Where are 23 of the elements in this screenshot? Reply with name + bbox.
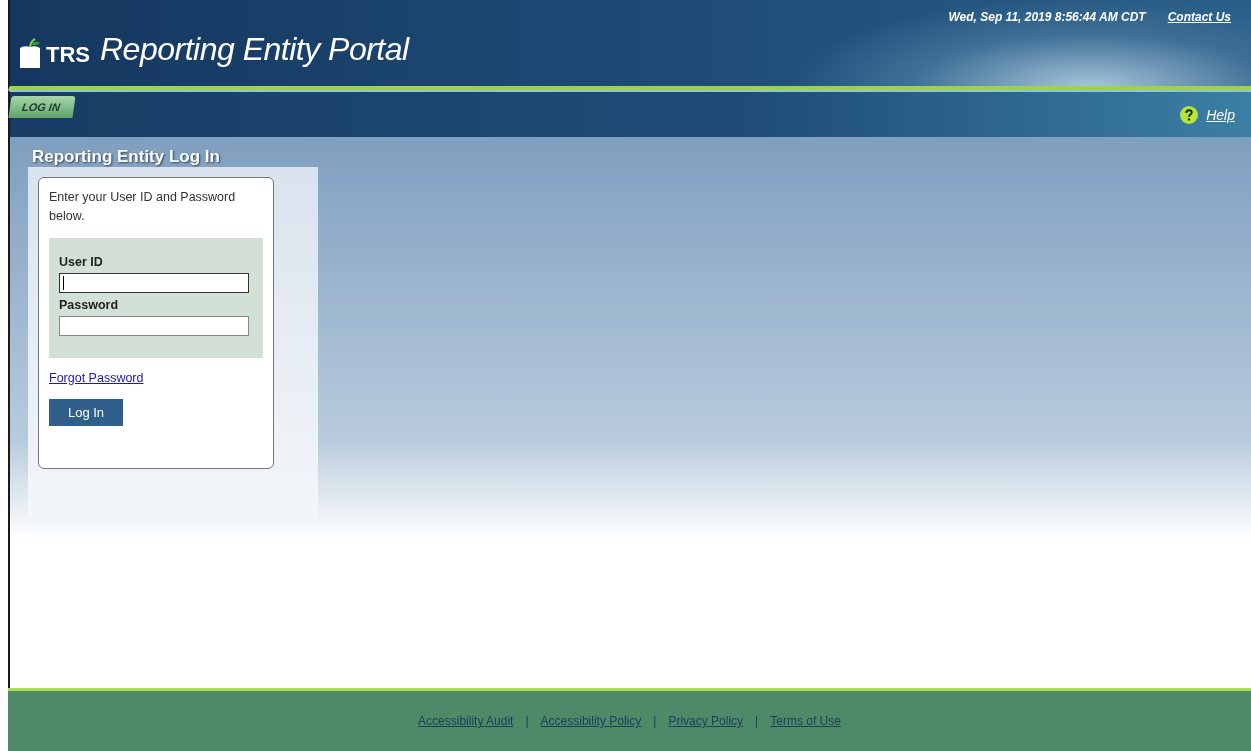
- login-heading: Reporting Entity Log In: [31, 147, 221, 167]
- date-time: Wed, Sep 11, 2019 8:56:44 AM CDT: [948, 10, 1146, 24]
- help-icon: [1180, 106, 1199, 124]
- separator-text: |: [525, 714, 529, 728]
- instructions-text: Enter your User ID and Password below.: [49, 189, 237, 225]
- field-label: User ID: [59, 255, 104, 269]
- password-field[interactable]: [59, 316, 249, 336]
- apple-logo-icon: [18, 38, 42, 68]
- contact-link[interactable]: Contact Us: [1167, 10, 1231, 24]
- help-link[interactable]: Help: [1206, 107, 1235, 123]
- field-label: Password: [59, 298, 120, 312]
- footer-link[interactable]: Accessibility Audit: [418, 714, 514, 728]
- portal-title: Reporting Entity Portal: [100, 31, 409, 68]
- separator-text: |: [755, 714, 759, 728]
- forgot-password-link[interactable]: Forgot Password: [49, 371, 263, 385]
- footer-link[interactable]: Privacy Policy: [668, 714, 744, 728]
- user-id-field[interactable]: [59, 273, 249, 293]
- login-button[interactable]: Log In: [49, 399, 123, 426]
- nav-tab[interactable]: LOG IN: [8, 96, 76, 118]
- separator-text: |: [653, 714, 657, 728]
- footer-link[interactable]: Accessibility Policy: [540, 714, 642, 728]
- footer-link[interactable]: Terms of Use: [770, 714, 841, 728]
- logo-text: TRS: [46, 42, 90, 68]
